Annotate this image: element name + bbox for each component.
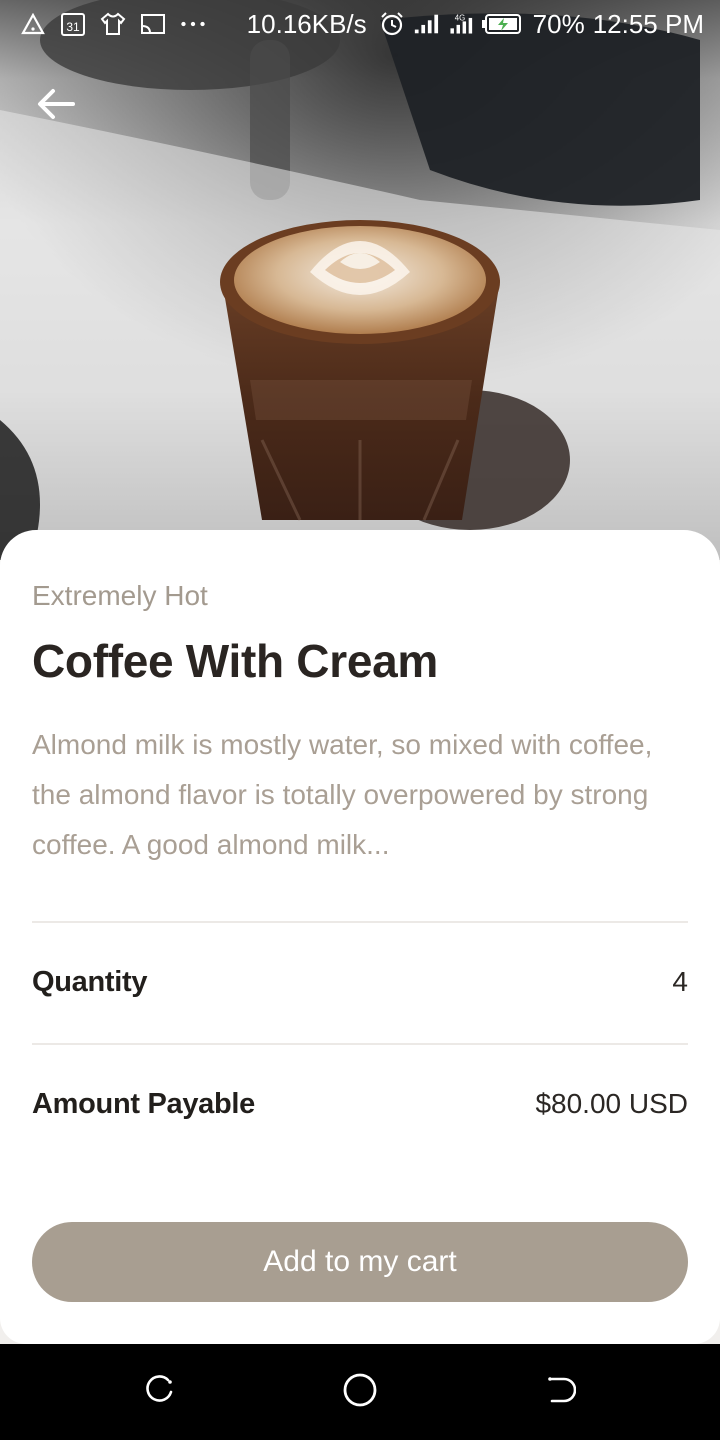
home-button[interactable] xyxy=(340,1372,380,1412)
calendar-day: 31 xyxy=(66,20,80,34)
clock: 12:55 PM xyxy=(592,8,704,39)
shirt-icon xyxy=(100,11,126,37)
quantity-label: Quantity xyxy=(32,965,148,998)
quantity-row: Quantity 4 xyxy=(32,952,688,1012)
network-speed: 10.16KB/s xyxy=(246,8,367,39)
amount-row: Amount Payable $80.00 USD xyxy=(32,1074,688,1134)
product-photo xyxy=(0,0,720,560)
back-button[interactable] xyxy=(30,80,82,132)
back-nav-icon xyxy=(544,1374,577,1411)
network-type: 4G xyxy=(454,14,464,23)
alarm-icon xyxy=(379,11,405,37)
status-bar: 31 10.16KB/s 4G 70% 12:55 PM xyxy=(0,0,720,48)
cast-icon xyxy=(140,11,166,37)
add-to-cart-button[interactable]: Add to my cart xyxy=(32,1222,688,1302)
back-nav-button[interactable] xyxy=(540,1372,580,1412)
signal-icon xyxy=(413,11,439,37)
calendar-icon: 31 xyxy=(60,11,86,37)
product-description: Almond milk is mostly water, so mixed wi… xyxy=(32,729,653,860)
quantity-value: 4 xyxy=(672,966,688,997)
recents-button[interactable] xyxy=(140,1372,180,1412)
warning-icon xyxy=(20,11,46,37)
battery-percent: 70% xyxy=(532,8,585,39)
divider xyxy=(32,921,688,923)
amount-value: $80.00 USD xyxy=(535,1088,688,1119)
product-title: Coffee With Cream xyxy=(32,635,438,687)
battery-charging-icon xyxy=(481,11,525,37)
system-nav-bar xyxy=(0,1344,720,1440)
arrow-left-icon xyxy=(37,88,75,125)
product-subtitle: Extremely Hot xyxy=(32,580,208,611)
more-dots-icon xyxy=(180,11,206,37)
product-detail-sheet: Extremely Hot Coffee With Cream Almond m… xyxy=(0,530,720,1344)
signal-4g-icon: 4G xyxy=(447,11,473,37)
recents-icon xyxy=(144,1374,176,1411)
divider xyxy=(32,1043,688,1045)
home-icon xyxy=(342,1372,378,1413)
amount-label: Amount Payable xyxy=(32,1087,256,1120)
